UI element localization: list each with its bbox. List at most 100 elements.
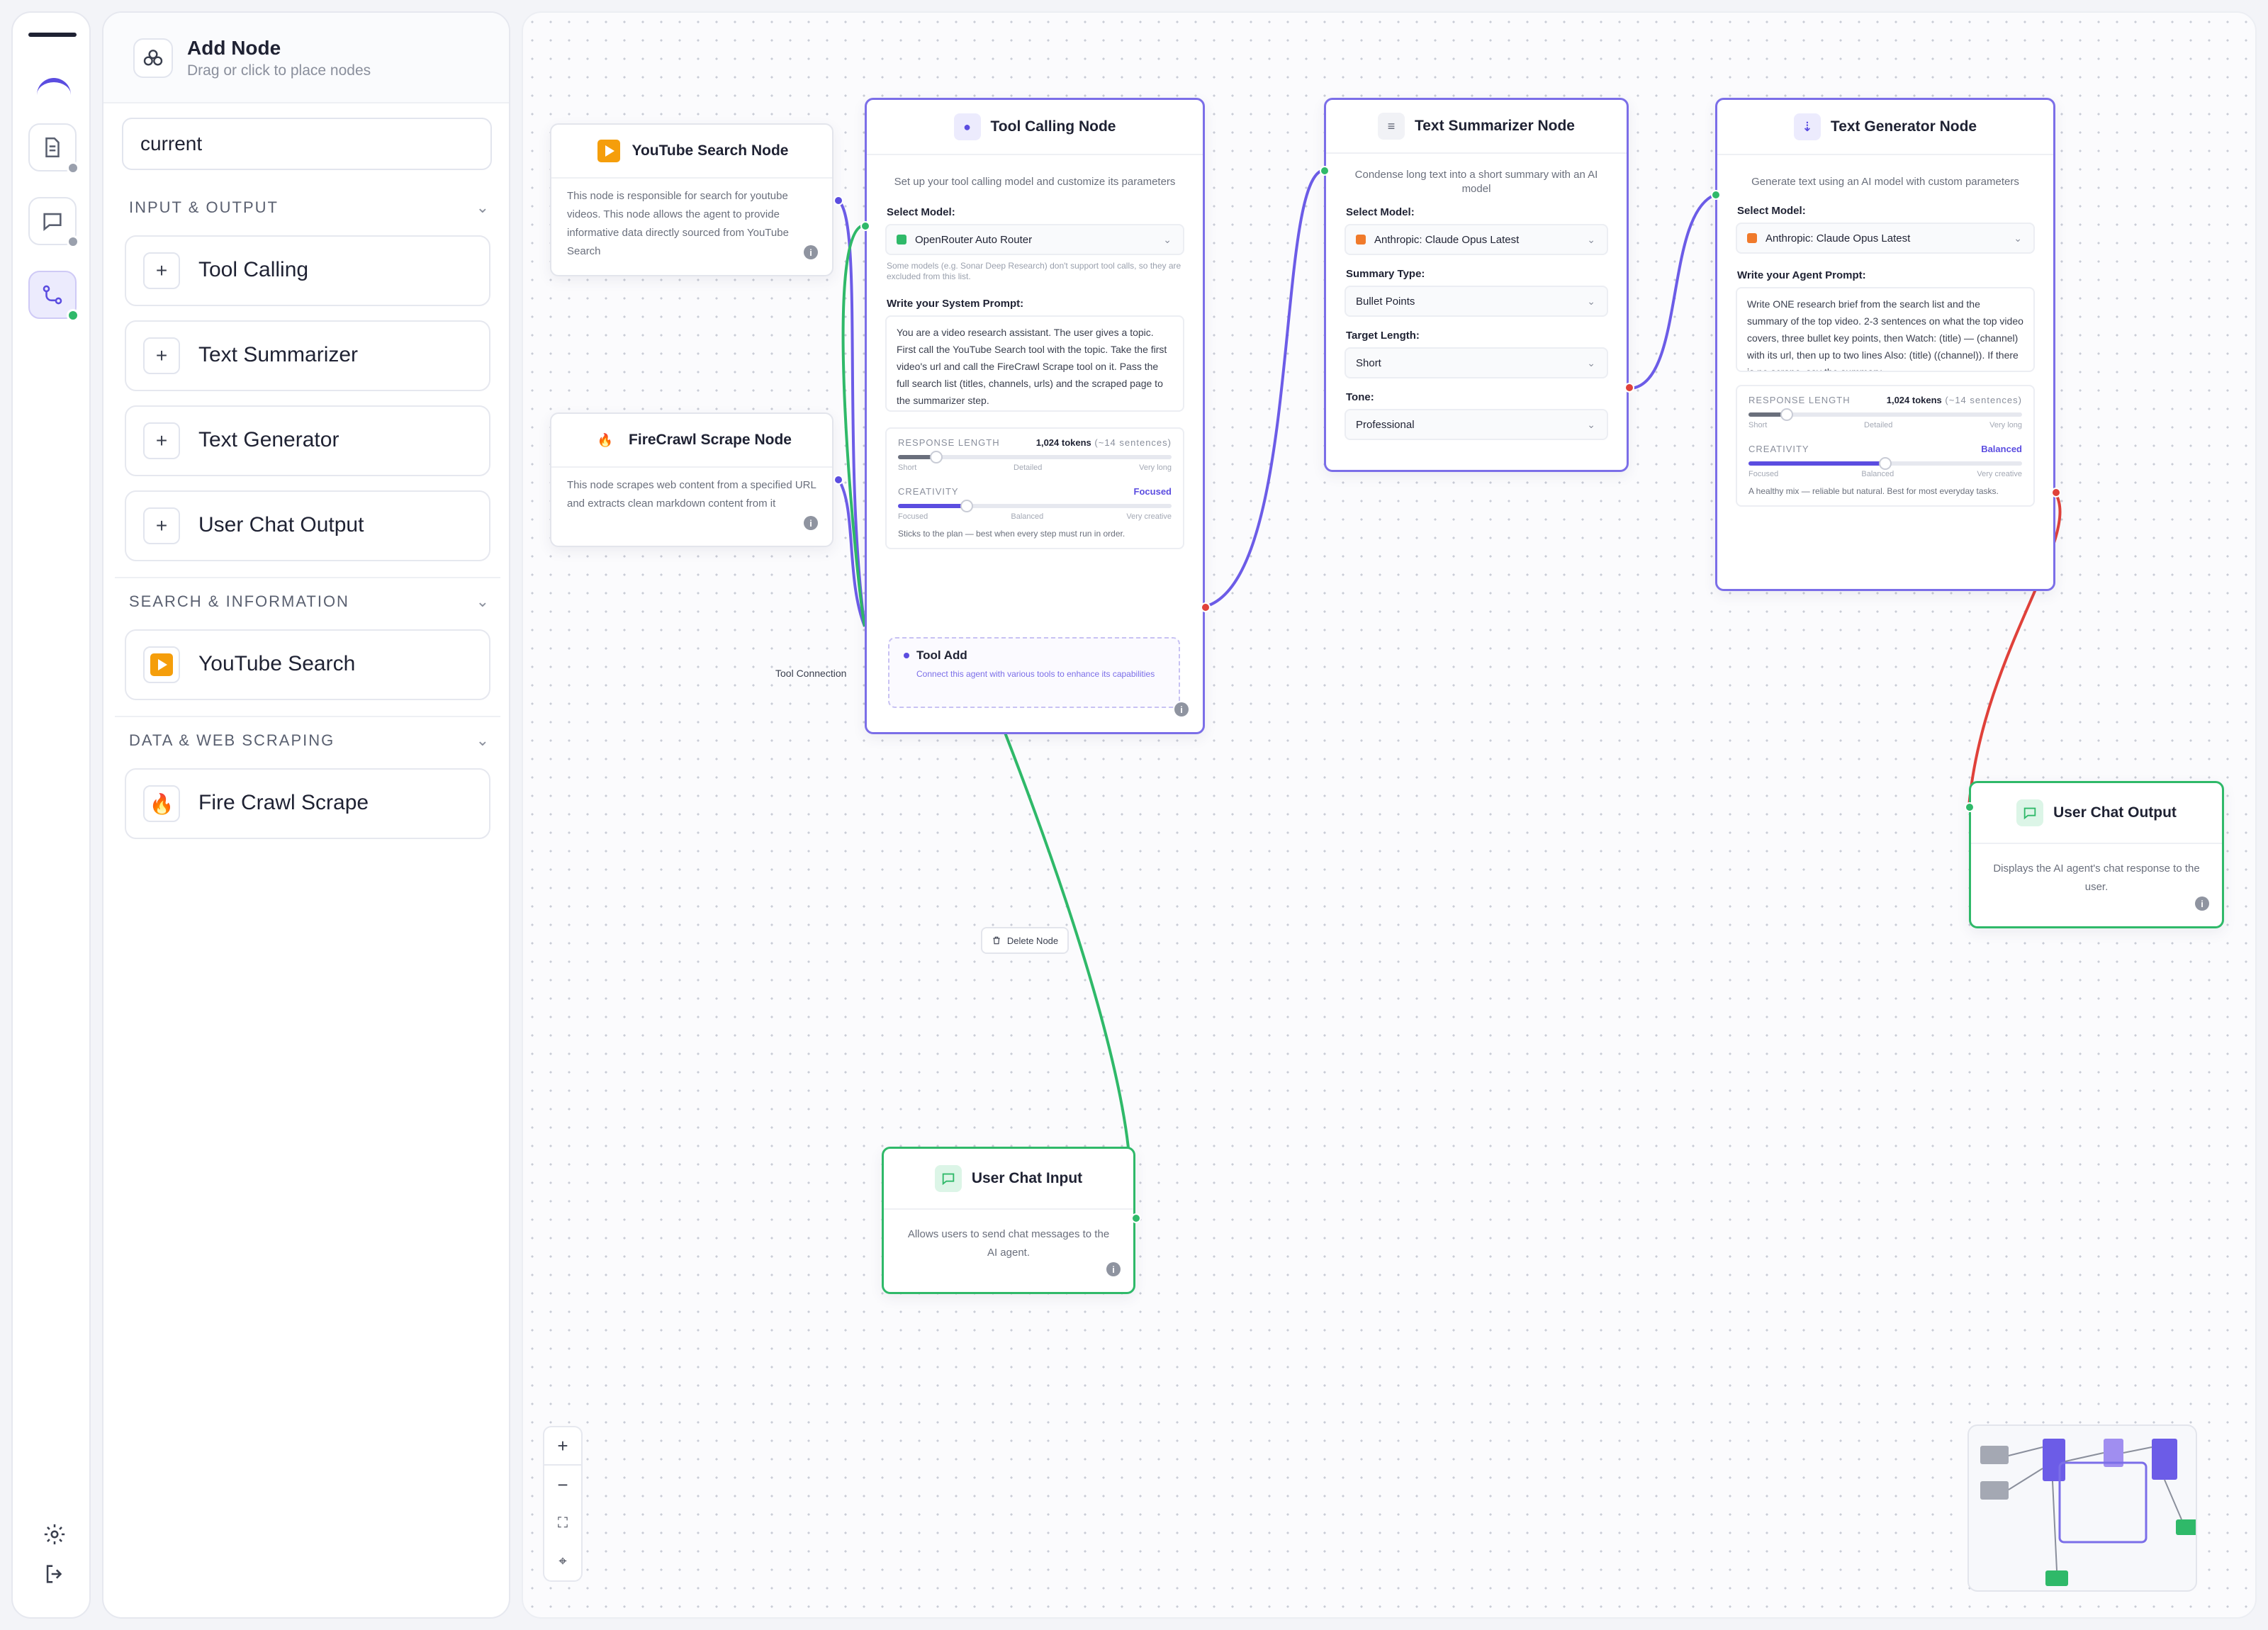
model-select[interactable]: OpenRouter Auto Router ⌄ — [885, 224, 1184, 255]
tick-label: Balanced — [1011, 512, 1044, 521]
response-length-slider[interactable] — [1748, 408, 2022, 421]
response-length-slider[interactable] — [898, 451, 1172, 463]
add-youtube-search-item[interactable]: YouTube Search — [125, 629, 490, 700]
prompt-label: Write your Agent Prompt: — [1737, 269, 1866, 281]
youtube-search-node[interactable]: YouTube Search Node This node is respons… — [550, 123, 833, 276]
tone-select[interactable]: Professional ⌄ — [1344, 409, 1608, 440]
input-port[interactable] — [860, 221, 870, 231]
creativity-slider[interactable] — [1748, 457, 2022, 470]
summary-type-select[interactable]: Bullet Points ⌄ — [1344, 286, 1608, 317]
response-length-row: RESPONSE LENGTH 1,024 tokens (~14 senten… — [898, 437, 1172, 448]
slider-knob[interactable] — [930, 451, 943, 463]
chat-nav-button[interactable] — [28, 197, 79, 248]
system-prompt-textarea[interactable]: You are a video research assistant. The … — [885, 315, 1184, 412]
zoom-in-button[interactable]: + — [543, 1426, 583, 1466]
text-summarizer-node[interactable]: ≡ Text Summarizer Node Condense long tex… — [1324, 98, 1629, 472]
info-icon[interactable]: i — [2195, 896, 2209, 911]
slider-knob[interactable] — [1879, 457, 1892, 470]
edge-input-to-tool — [1004, 732, 1132, 1219]
plus-icon[interactable]: + — [143, 422, 180, 459]
chevron-down-icon[interactable]: ⌄ — [476, 592, 490, 611]
output-port[interactable] — [833, 196, 843, 206]
gear-icon[interactable] — [43, 1522, 67, 1552]
tick-label: Short — [898, 463, 917, 472]
chevron-down-icon[interactable]: ⌄ — [476, 731, 490, 750]
info-icon[interactable]: i — [1174, 702, 1189, 716]
info-icon[interactable]: i — [804, 245, 818, 259]
slider-knob[interactable] — [1780, 408, 1794, 421]
section-data-web-scraping[interactable]: DATA & WEB SCRAPING ⌄ — [129, 731, 490, 760]
firecrawl-scrape-node[interactable]: 🔥 FireCrawl Scrape Node This node scrape… — [550, 412, 833, 547]
section-search-information[interactable]: SEARCH & INFORMATION ⌄ — [129, 592, 490, 621]
tick-label: Detailed — [1014, 463, 1043, 472]
add-fire-crawl-scrape-item[interactable]: 🔥 Fire Crawl Scrape — [125, 768, 490, 839]
input-port[interactable] — [1965, 802, 1975, 812]
output-port[interactable] — [1201, 602, 1211, 612]
node-description: Displays the AI agent's chat response to… — [1993, 862, 2200, 893]
interactive-toggle-button[interactable]: ⌖ — [543, 1542, 583, 1582]
input-port[interactable] — [1711, 190, 1721, 200]
divider — [115, 716, 500, 717]
workflow-canvas[interactable]: YouTube Search Node This node is respons… — [522, 11, 2257, 1619]
user-chat-input-node[interactable]: User Chat Input Allows users to send cha… — [882, 1147, 1135, 1294]
user-chat-output-node[interactable]: User Chat Output Displays the AI agent's… — [1969, 781, 2224, 928]
workflow-nav-button[interactable] — [28, 271, 79, 322]
info-icon[interactable]: i — [804, 516, 818, 530]
minimap[interactable] — [1967, 1424, 2197, 1592]
node-search-input[interactable] — [122, 118, 492, 170]
document-icon — [45, 137, 60, 158]
chat-icon — [934, 1165, 962, 1192]
item-label: Fire Crawl Scrape — [198, 791, 369, 814]
chat-icon — [43, 213, 62, 231]
output-port[interactable] — [1624, 383, 1634, 393]
tool-add-dropzone[interactable]: Tool Add Connect this agent with various… — [888, 637, 1180, 708]
output-port[interactable] — [833, 475, 843, 485]
info-icon[interactable]: i — [1106, 1262, 1121, 1276]
creativity-label: CREATIVITY — [1748, 444, 1809, 454]
zoom-out-button[interactable]: − — [543, 1466, 583, 1505]
output-port[interactable] — [2051, 488, 2061, 498]
model-select[interactable]: Anthropic: Claude Opus Latest ⌄ — [1736, 223, 2035, 254]
add-text-generator-item[interactable]: + Text Generator — [125, 405, 490, 476]
model-select[interactable]: Anthropic: Claude Opus Latest ⌄ — [1344, 224, 1608, 255]
creativity-value: Balanced — [1981, 444, 2022, 454]
add-user-chat-output-item[interactable]: + User Chat Output — [125, 490, 490, 561]
generator-icon: ⇣ — [1793, 113, 1821, 140]
plus-icon[interactable]: + — [143, 337, 180, 374]
model-value: OpenRouter Auto Router — [915, 233, 1033, 246]
section-input-output[interactable]: INPUT & OUTPUT ⌄ — [129, 198, 490, 227]
agent-prompt-textarea[interactable]: Write ONE research brief from the search… — [1736, 287, 2035, 372]
node-description: This node scrapes web content from a spe… — [567, 479, 816, 510]
target-length-select[interactable]: Short ⌄ — [1344, 347, 1608, 378]
creativity-slider[interactable] — [898, 500, 1172, 512]
slider-fill — [898, 504, 967, 508]
youtube-icon — [595, 137, 622, 164]
menu-bar-icon[interactable] — [28, 33, 77, 37]
plus-icon[interactable]: + — [143, 507, 180, 544]
tool-calling-node[interactable]: ● Tool Calling Node Set up your tool cal… — [865, 98, 1205, 734]
edge-summarizer-to-generator — [1631, 193, 1717, 390]
tick-label: Short — [1748, 421, 1768, 429]
item-label: YouTube Search — [198, 652, 356, 675]
node-description: Generate text using an AI model with cus… — [1751, 176, 2019, 188]
target-length-value: Short — [1356, 356, 1381, 369]
delete-node-button[interactable]: Delete Node — [981, 927, 1069, 954]
chevron-down-icon[interactable]: ⌄ — [476, 198, 490, 217]
input-port[interactable] — [1320, 166, 1330, 176]
node-header: ⇣ Text Generator Node — [1717, 100, 2053, 155]
add-text-summarizer-item[interactable]: + Text Summarizer — [125, 320, 490, 391]
plus-icon[interactable]: + — [143, 252, 180, 289]
summary-type-label: Summary Type: — [1346, 268, 1425, 280]
output-port[interactable] — [1131, 1213, 1141, 1223]
slider-knob[interactable] — [960, 500, 973, 512]
text-generator-node[interactable]: ⇣ Text Generator Node Generate text usin… — [1715, 98, 2055, 591]
add-tool-calling-item[interactable]: + Tool Calling — [125, 235, 490, 306]
list-icon: ≡ — [1377, 113, 1405, 140]
fit-view-button[interactable]: ⛶ — [543, 1504, 583, 1544]
chevron-down-icon: ⌄ — [1587, 233, 1595, 245]
logout-icon[interactable] — [43, 1562, 67, 1592]
chat-icon — [2016, 799, 2044, 826]
chevron-down-icon: ⌄ — [1163, 233, 1172, 245]
trash-icon — [993, 936, 1000, 945]
documents-nav-button[interactable] — [28, 123, 79, 174]
